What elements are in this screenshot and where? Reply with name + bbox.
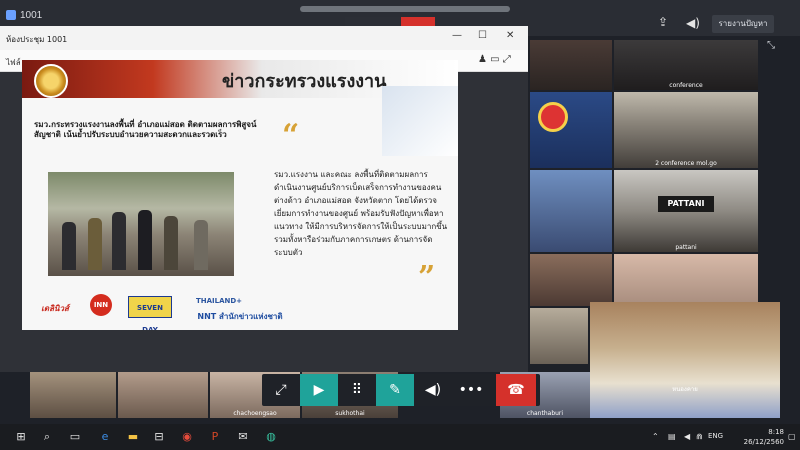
report-button[interactable]: รายงานปัญหา bbox=[712, 15, 774, 33]
window-titlebar: ห้องประชุม 1001 — ☐ ✕ bbox=[0, 26, 528, 50]
minimize-icon[interactable]: — bbox=[452, 30, 462, 41]
notifications-icon[interactable]: ▢ bbox=[788, 432, 796, 441]
network-icon[interactable]: ▤ bbox=[668, 432, 676, 441]
volume-icon[interactable]: ◀ bbox=[684, 432, 690, 441]
participant-tile[interactable]: PATTANI pattani bbox=[614, 170, 758, 252]
clock-time: 8:18 bbox=[768, 428, 784, 436]
slide-decoration bbox=[382, 86, 458, 156]
logo-nnt: NNT สำนักข่าวแห่งชาติ bbox=[197, 312, 283, 321]
participant-label: chanthaburi bbox=[526, 410, 564, 417]
window-subtitle: ไฟล์ bbox=[6, 58, 21, 67]
screen: 1001 ⇪ ◀) รายงานปัญหา ⤡ conference 2 con… bbox=[0, 0, 800, 450]
participant-tile[interactable] bbox=[30, 372, 116, 418]
person-figure bbox=[164, 216, 178, 270]
start-icon[interactable]: ⊞ bbox=[14, 430, 28, 444]
mail-icon[interactable]: ✉ bbox=[236, 430, 250, 444]
participant-label: sukhothai bbox=[335, 410, 365, 417]
participant-tile[interactable] bbox=[530, 40, 612, 90]
person-figure bbox=[194, 220, 208, 270]
person-figure bbox=[138, 210, 152, 270]
participant-label: conference bbox=[669, 82, 703, 89]
drag-handle[interactable] bbox=[300, 6, 510, 12]
taskbar: ⊞ ⌕ ▭ e ▬ ⊟ ◉ P ✉ ◍ ⌃ ▤ ◀ ⋒ ENG 8:18 26/… bbox=[0, 424, 800, 450]
microphone-icon[interactable]: ✎ bbox=[376, 374, 414, 406]
participant-tile[interactable] bbox=[118, 372, 208, 418]
window-tool-icons[interactable]: ♟ ▭ ⤢ bbox=[478, 54, 511, 65]
participant-tile[interactable] bbox=[530, 254, 612, 306]
share-screen-icon[interactable]: ⇪ bbox=[658, 16, 672, 28]
participant-label: หนองคาย bbox=[672, 386, 698, 393]
speaker-icon[interactable]: ◀) bbox=[414, 374, 452, 406]
open-quote-icon: “ bbox=[282, 118, 300, 153]
participant-tile[interactable]: 2 conference mol.go bbox=[614, 92, 758, 168]
more-options-icon[interactable]: ••• bbox=[452, 374, 490, 406]
participant-label: pattani bbox=[675, 244, 697, 251]
close-quote-icon: ” bbox=[418, 260, 436, 295]
slide-lede: รมว.กระทรวงแรงงานลงพื้นที่ อำเภอแม่สอด ต… bbox=[34, 120, 257, 139]
participant-tile[interactable] bbox=[530, 308, 588, 364]
dialpad-icon[interactable]: ⠿ bbox=[338, 374, 376, 406]
edge-icon[interactable]: e bbox=[98, 430, 112, 444]
participant-tile[interactable] bbox=[530, 92, 612, 168]
maximize-icon[interactable]: ☐ bbox=[478, 30, 487, 41]
participant-label: chachoengsao bbox=[233, 410, 277, 417]
logo-dailynews: เดลินิวส์ bbox=[41, 304, 69, 313]
media-logos: เดลินิวส์ INN SEVEN DAY THAILAND+ NNT สำ… bbox=[36, 292, 456, 330]
speaker-icon[interactable]: ◀) bbox=[686, 16, 700, 30]
file-explorer-icon[interactable]: ▬ bbox=[126, 430, 140, 444]
participant-label: 2 conference mol.go bbox=[655, 160, 717, 167]
slide-title: ข่าวกระทรวงแรงงาน bbox=[222, 71, 387, 92]
person-figure bbox=[112, 212, 126, 270]
app-title: 1001 bbox=[20, 10, 43, 21]
pattani-banner: PATTANI bbox=[658, 196, 714, 212]
clock-date: 26/12/2560 bbox=[743, 438, 784, 446]
logo-sevenday: SEVEN DAY bbox=[128, 296, 172, 330]
task-view-icon[interactable]: ▭ bbox=[68, 430, 82, 444]
participant-tile-active[interactable]: หนองคาย bbox=[590, 302, 780, 418]
wifi-icon[interactable]: ⋒ bbox=[696, 432, 703, 441]
ministry-seal-icon bbox=[34, 64, 68, 98]
person-figure bbox=[88, 218, 102, 270]
tray-chevron-icon[interactable]: ⌃ bbox=[652, 432, 659, 441]
clock[interactable]: 8:18 26/12/2560 bbox=[734, 427, 784, 447]
call-toolbar: ⤢ ▶ ⠿ ✎ ◀) ••• ☎ bbox=[262, 374, 540, 406]
language-indicator[interactable]: ENG bbox=[708, 432, 723, 440]
expand-icon[interactable]: ⤢ bbox=[262, 374, 300, 406]
conference-app-icon[interactable]: ◍ bbox=[264, 430, 278, 444]
participant-tile[interactable] bbox=[530, 170, 612, 252]
window-title: ห้องประชุม 1001 bbox=[6, 35, 68, 44]
exit-fullscreen-icon[interactable]: ⤡ bbox=[767, 40, 775, 51]
participant-tile[interactable] bbox=[614, 254, 758, 306]
app-icon bbox=[6, 10, 16, 20]
chrome-icon[interactable]: ◉ bbox=[180, 430, 194, 444]
slide-body: รมว.แรงงาน และคณะ ลงพื้นที่ติดตามผลการดำ… bbox=[274, 170, 448, 257]
camera-icon[interactable]: ▶ bbox=[300, 374, 338, 406]
person-figure bbox=[62, 222, 76, 270]
news-photo bbox=[48, 172, 234, 276]
emblem bbox=[538, 102, 568, 132]
store-icon[interactable]: ⊟ bbox=[152, 430, 166, 444]
close-icon[interactable]: ✕ bbox=[506, 30, 514, 41]
powerpoint-icon[interactable]: P bbox=[208, 430, 222, 444]
search-icon[interactable]: ⌕ bbox=[40, 430, 54, 444]
presentation-slide: ข่าวกระทรวงแรงงาน รมว.กระทรวงแรงงานลงพื้… bbox=[22, 60, 458, 330]
end-call-button[interactable]: ☎ bbox=[496, 374, 536, 406]
participant-tile[interactable]: conference bbox=[614, 40, 758, 90]
logo-inn: INN bbox=[90, 294, 112, 316]
